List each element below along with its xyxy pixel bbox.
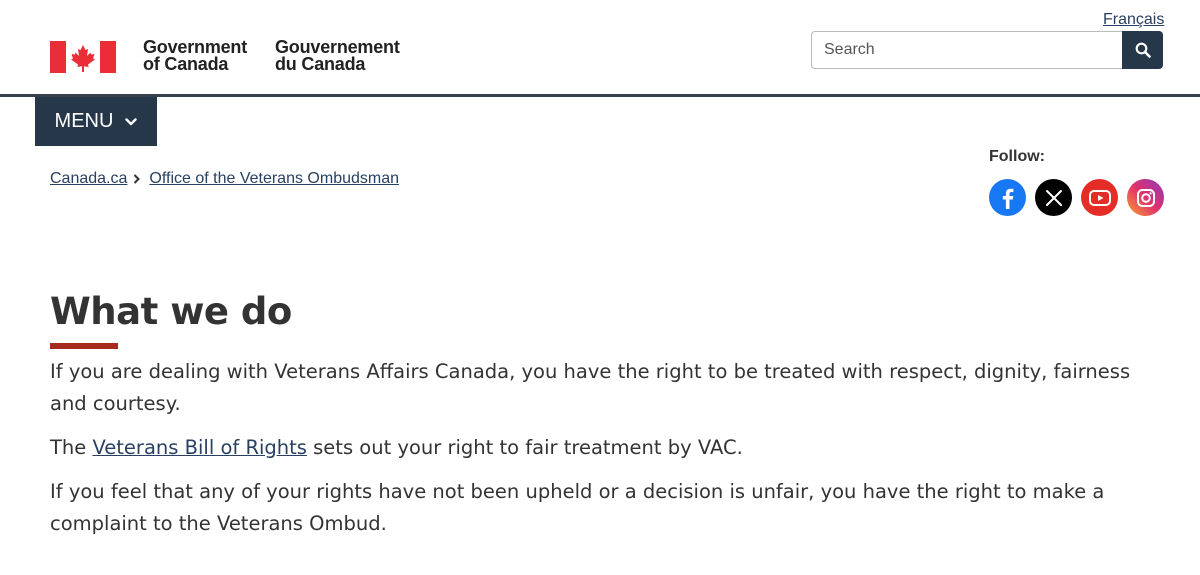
search-icon <box>1135 42 1151 58</box>
paragraph-text-after-link: sets out your right to fair treatment by… <box>306 436 743 459</box>
signature-french: Gouvernement du Canada <box>275 38 400 74</box>
x-icon <box>1045 189 1062 206</box>
instagram-icon <box>1136 188 1155 207</box>
signature-en-line-2: of Canada <box>143 54 229 74</box>
veterans-bill-of-rights-link[interactable]: Veterans Bill of Rights <box>92 436 306 459</box>
signature-english: Government of Canada <box>143 38 247 74</box>
canada-flag-icon <box>50 41 116 73</box>
breadcrumb-link-home[interactable]: Canada.ca <box>50 170 127 188</box>
paragraph-bill-of-rights: The Veterans Bill of Rights sets out you… <box>50 432 1160 464</box>
follow-label: Follow: <box>989 148 1045 165</box>
search-form <box>811 31 1163 69</box>
instagram-link[interactable] <box>1127 179 1164 216</box>
language-toggle-link[interactable]: Français <box>1103 11 1164 29</box>
title-underline <box>50 343 118 349</box>
facebook-icon <box>1002 188 1013 209</box>
youtube-link[interactable] <box>1081 179 1118 216</box>
breadcrumb-link-ombudsman[interactable]: Office of the Veterans Ombudsman <box>149 170 399 188</box>
breadcrumb: Canada.ca Office of the Veterans Ombudsm… <box>50 170 399 188</box>
search-input[interactable] <box>811 31 1123 69</box>
paragraph-complaint: If you feel that any of your rights have… <box>50 480 1105 535</box>
search-button[interactable] <box>1122 31 1163 69</box>
signature-fr-line-2: du Canada <box>275 54 366 74</box>
header-divider <box>0 94 1200 97</box>
page-title: What we do <box>50 290 292 333</box>
menu-button[interactable]: MENU <box>35 97 157 146</box>
menu-label: MENU <box>54 110 114 132</box>
x-link[interactable] <box>1035 179 1072 216</box>
chevron-down-icon <box>125 117 138 125</box>
facebook-link[interactable] <box>989 179 1026 216</box>
chevron-right-icon <box>133 174 141 184</box>
paragraph-respect: If you are dealing with Veterans Affairs… <box>50 360 1131 415</box>
paragraph-text-before-link: The <box>50 436 93 459</box>
youtube-icon <box>1088 189 1111 206</box>
